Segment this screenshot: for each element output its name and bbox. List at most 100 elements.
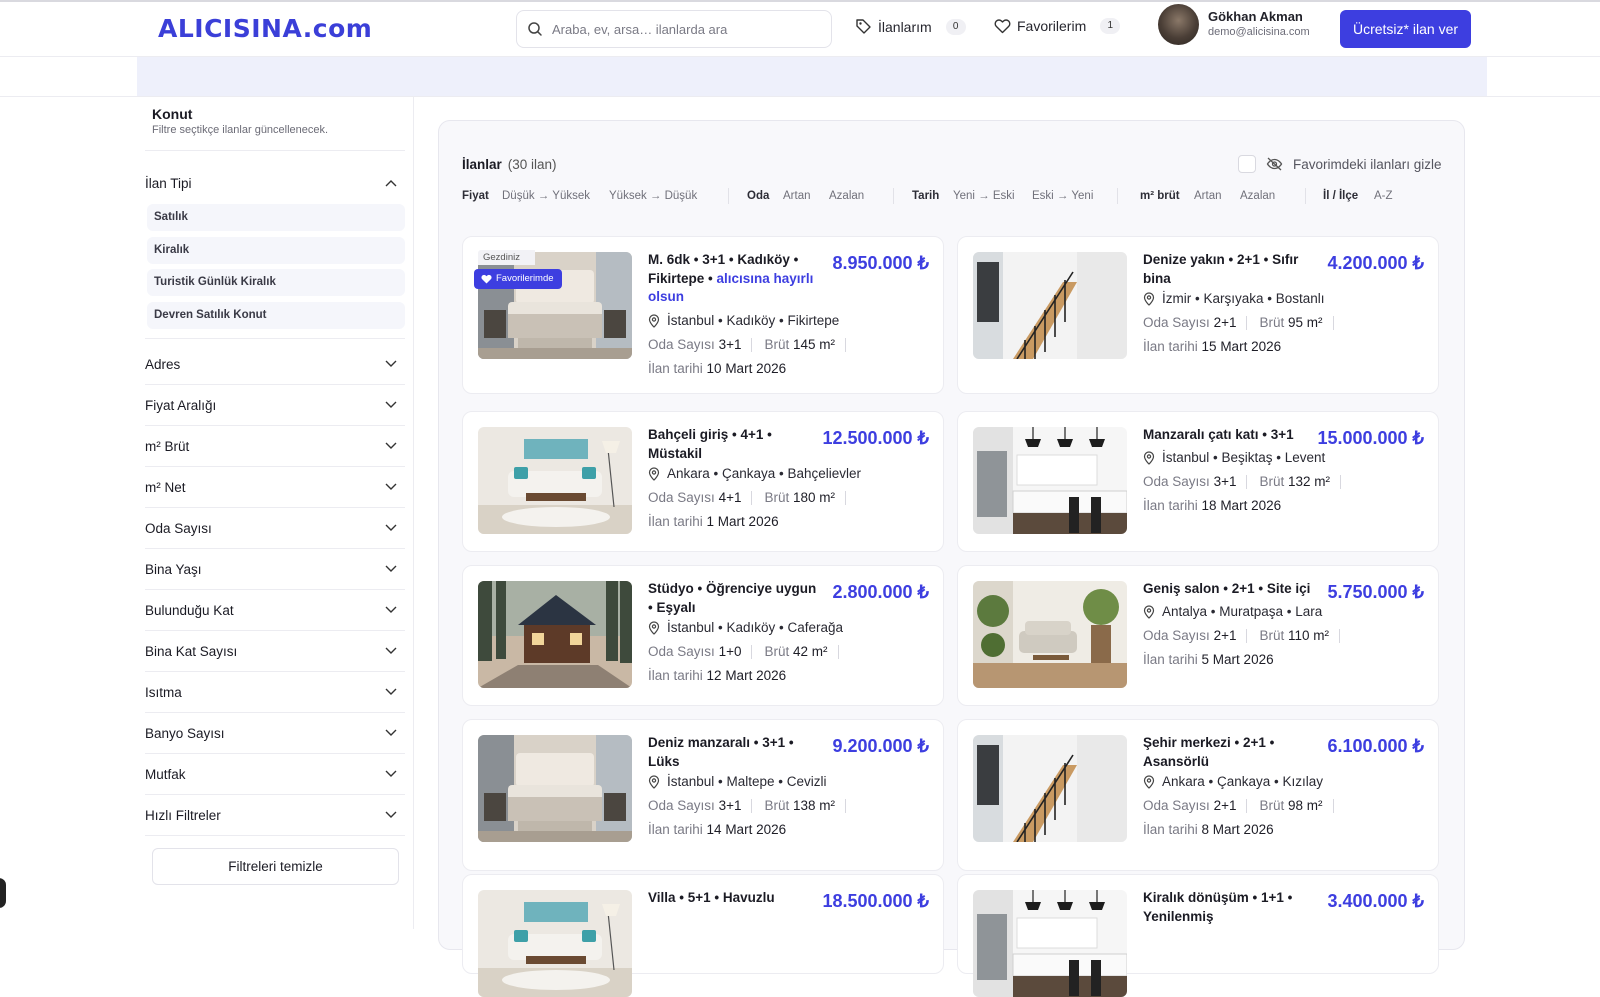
- listing-title[interactable]: Bahçeli giriş • 4+1 • Müstakil: [648, 426, 818, 463]
- filter-section-8[interactable]: Isıtma: [145, 672, 405, 712]
- listing-specs: Oda Sayısı 2+1 Brüt 95 m²: [1143, 315, 1334, 331]
- listing-specs: Oda Sayısı 1+0 Brüt 42 m²: [648, 644, 839, 660]
- sort-date-label: Tarih: [912, 190, 939, 202]
- location-pin-icon: [648, 774, 660, 789]
- gross-label: Brüt: [764, 798, 790, 813]
- filter-section-1[interactable]: Fiyat Aralığı: [145, 385, 405, 425]
- listing-title[interactable]: Şehir merkezi • 2+1 • Asansörlü: [1143, 734, 1313, 771]
- listing-title[interactable]: Stüdyo • Öğrenciye uygun • Eşyalı: [648, 580, 818, 617]
- filter-section-9[interactable]: Banyo Sayısı: [145, 713, 405, 753]
- sort-price-desc[interactable]: Yüksek → Düşük: [609, 190, 697, 202]
- ilan-tipi-option-turistik[interactable]: Turistik Günlük Kiralık: [147, 269, 405, 296]
- eye-off-icon: [1266, 157, 1283, 171]
- listing-title[interactable]: Deniz manzaralı • 3+1 • Lüks: [648, 734, 818, 771]
- filter-section-4[interactable]: Oda Sayısı: [145, 508, 405, 548]
- listing-location: İstanbul • Maltepe • Cevizli: [648, 774, 827, 789]
- sort-rooms-desc[interactable]: Azalan: [829, 190, 864, 202]
- listing-card[interactable]: Geniş salon • 2+1 • Site içi 5.750.000 ₺ A…: [957, 565, 1439, 706]
- listing-title[interactable]: Denize yakın • 2+1 • Sıfır bina: [1143, 251, 1313, 288]
- filter-section-label: Adres: [145, 356, 181, 372]
- listing-title[interactable]: Geniş salon • 2+1 • Site içi: [1143, 580, 1313, 599]
- divider: [1339, 629, 1341, 644]
- filter-section-5[interactable]: Bina Yaşı: [145, 549, 405, 589]
- listing-photo[interactable]: [973, 735, 1127, 842]
- filter-section-label: Isıtma: [145, 684, 182, 700]
- top-header: ALICISINA.com İlanlarım 0 Favorilerim 1 …: [0, 0, 1600, 57]
- chevron-up-icon: [385, 180, 397, 187]
- filter-section-3[interactable]: m² Net: [145, 467, 405, 507]
- listing-card[interactable]: Gezdiniz Favorilerimde M. 6dk • 3+1 • Kadı…: [462, 236, 944, 394]
- listing-photo[interactable]: [973, 890, 1127, 997]
- gross-label: Brüt: [1259, 798, 1285, 813]
- date-value: 10 Mart 2026: [706, 361, 787, 376]
- listing-card[interactable]: Şehir merkezi • 2+1 • Asansörlü 6.100.000…: [957, 719, 1439, 871]
- sort-date-new[interactable]: Yeni → Eski: [953, 190, 1015, 202]
- listing-photo[interactable]: [478, 890, 632, 997]
- listing-location-text: Ankara • Çankaya • Bahçelievler: [667, 466, 862, 481]
- ilan-tipi-option-devren[interactable]: Devren Satılık Konut: [147, 302, 405, 329]
- site-logo[interactable]: ALICISINA.com: [158, 14, 372, 43]
- listing-location-text: İstanbul • Beşiktaş • Levent: [1162, 450, 1326, 465]
- divider: [751, 491, 753, 506]
- filter-section-10[interactable]: Mutfak: [145, 754, 405, 794]
- listing-card[interactable]: Villa • 5+1 • Havuzlu 18.500.000 ₺: [462, 874, 944, 997]
- filter-section-ilan-tipi[interactable]: İlan Tipi: [145, 163, 405, 203]
- listing-location: Antalya • Muratpaşa • Lara: [1143, 604, 1322, 619]
- listing-title[interactable]: M. 6dk • 3+1 • Kadıköy • Fikirtepe • alı…: [648, 251, 818, 307]
- listing-card[interactable]: Deniz manzaralı • 3+1 • Lüks 9.200.000 ₺ İ…: [462, 719, 944, 871]
- listing-card[interactable]: Kiralık dönüşüm • 1+1 • Yenilenmiş 3.400.…: [957, 874, 1439, 997]
- filter-section-label: Fiyat Aralığı: [145, 397, 217, 413]
- favorites-link[interactable]: Favorilerim 1: [994, 18, 1121, 34]
- listing-photo[interactable]: [478, 581, 632, 688]
- favorites-count: 1: [1100, 18, 1121, 34]
- filter-section-0[interactable]: Adres: [145, 344, 405, 384]
- gross-label: Brüt: [764, 337, 790, 352]
- divider: [1246, 799, 1248, 814]
- listing-date: İlan tarihi 15 Mart 2026: [1143, 339, 1281, 354]
- sort-district-az[interactable]: A-Z: [1374, 190, 1393, 202]
- listing-title[interactable]: Kiralık dönüşüm • 1+1 • Yenilenmiş: [1143, 889, 1313, 926]
- post-listing-button[interactable]: Ücretsiz* ilan ver: [1340, 10, 1471, 48]
- my-listings-link[interactable]: İlanlarım 0: [855, 18, 966, 35]
- listing-photo[interactable]: [478, 427, 632, 534]
- listing-specs: Oda Sayısı 2+1 Brüt 110 m²: [1143, 628, 1341, 644]
- sort-area-desc[interactable]: Azalan: [1240, 190, 1275, 202]
- favorite-tag[interactable]: Favorilerimde: [474, 269, 562, 289]
- listing-card[interactable]: Stüdyo • Öğrenciye uygun • Eşyalı 2.800.0…: [462, 565, 944, 706]
- search-input[interactable]: [552, 19, 822, 39]
- filter-section-7[interactable]: Bina Kat Sayısı: [145, 631, 405, 671]
- listing-photo[interactable]: [973, 252, 1127, 359]
- search-box[interactable]: [516, 10, 832, 48]
- listing-card[interactable]: Denize yakın • 2+1 • Sıfır bina 4.200.000…: [957, 236, 1439, 394]
- sort-date-old[interactable]: Eski → Yeni: [1032, 190, 1093, 202]
- location-pin-icon: [648, 466, 660, 481]
- filter-section-11[interactable]: Hızlı Filtreler: [145, 795, 405, 835]
- hide-favorites-checkbox[interactable]: [1238, 155, 1256, 173]
- side-handle[interactable]: [0, 878, 6, 908]
- listing-title[interactable]: Villa • 5+1 • Havuzlu: [648, 889, 818, 908]
- listing-photo[interactable]: [478, 735, 632, 842]
- tag-icon: [856, 19, 871, 34]
- hide-favorites-toggle[interactable]: Favorimdeki ilanları gizle: [1238, 155, 1442, 173]
- date-label: İlan tarihi: [1143, 652, 1198, 667]
- filter-section-2[interactable]: m² Brüt: [145, 426, 405, 466]
- user-name[interactable]: Gökhan Akman: [1208, 9, 1303, 24]
- ilan-tipi-option-satilik[interactable]: Satılık: [147, 204, 405, 231]
- listing-card[interactable]: Bahçeli giriş • 4+1 • Müstakil 12.500.000…: [462, 411, 944, 552]
- listing-price: 18.500.000 ₺: [822, 891, 929, 911]
- listing-photo[interactable]: [973, 581, 1127, 688]
- filter-section-label: Bina Kat Sayısı: [145, 643, 238, 659]
- listing-photo[interactable]: [973, 427, 1127, 534]
- ilan-tipi-option-kiralik[interactable]: Kiralık: [147, 237, 405, 264]
- avatar[interactable]: [1158, 4, 1199, 45]
- listing-card[interactable]: Manzaralı çatı katı • 3+1 15.000.000 ₺ İst…: [957, 411, 1439, 552]
- listing-specs: Oda Sayısı 3+1 Brüt 138 m²: [648, 798, 847, 814]
- sort-area-asc[interactable]: Artan: [1194, 190, 1222, 202]
- sort-rooms-asc[interactable]: Artan: [783, 190, 811, 202]
- listing-location: Ankara • Çankaya • Kızılay: [1143, 774, 1323, 789]
- filter-section-6[interactable]: Bulunduğu Kat: [145, 590, 405, 630]
- sort-price-asc[interactable]: Düşük → Yüksek: [502, 190, 590, 202]
- my-listings-count: 0: [945, 18, 966, 35]
- clear-filters-button[interactable]: Filtreleri temizle: [152, 848, 399, 885]
- listing-title[interactable]: Manzaralı çatı katı • 3+1: [1143, 426, 1313, 445]
